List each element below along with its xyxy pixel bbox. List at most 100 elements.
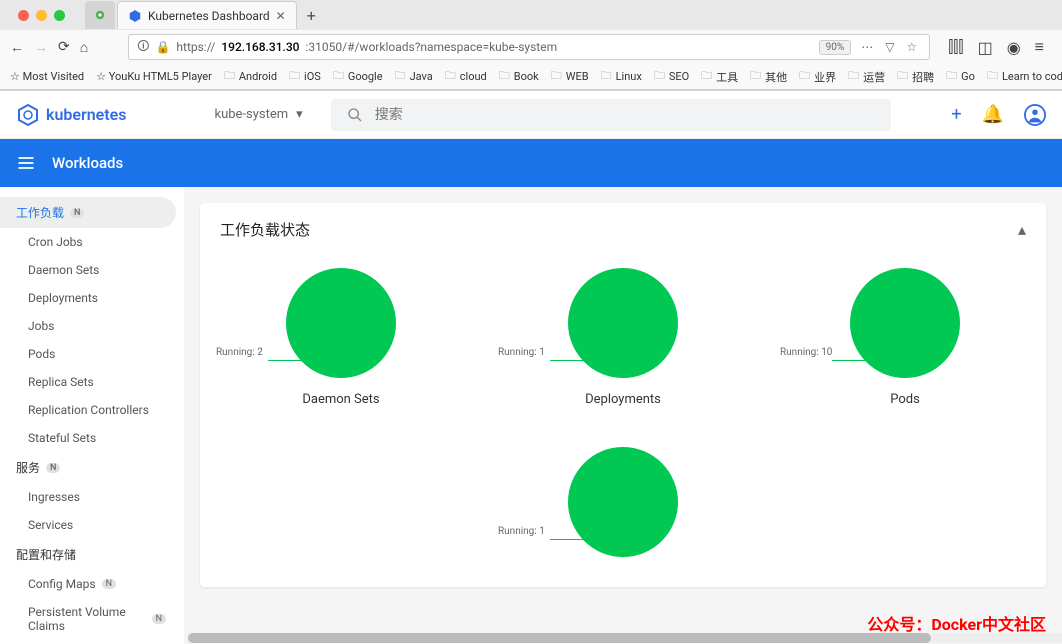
sidebar-item[interactable]: Services [0, 511, 184, 539]
running-label: Running: 2 [216, 347, 286, 358]
sidebar-item[interactable]: 工作负载N [0, 197, 176, 228]
workload-status-card: 工作负载状态 ▴ Running: 2 Daemon Sets Running:… [200, 203, 1046, 587]
bookmark-item[interactable]: 🗀 iOS [289, 67, 321, 86]
watermark: 公众号：Docker中文社区 [867, 611, 1046, 635]
zoom-badge[interactable]: 90% [819, 40, 852, 55]
search-input[interactable] [375, 107, 875, 123]
maximize-window-button[interactable] [54, 10, 65, 21]
toolbar-right: ⫿⫿⫿ ◫ ◉ ≡ [940, 37, 1052, 57]
menu-icon[interactable]: ≡ [1035, 37, 1044, 57]
minimize-window-button[interactable] [36, 10, 47, 21]
item-badge: N [152, 614, 166, 624]
sidebar-icon[interactable]: ◫ [978, 38, 993, 57]
sidebar-item[interactable]: Cron Jobs [0, 228, 184, 256]
bookmark-item[interactable]: 🗀 Learn to code | Cod... [987, 67, 1062, 86]
bookmark-item[interactable]: 🗀 招聘 [897, 67, 934, 86]
donut-chart [568, 268, 678, 378]
donut-chart [568, 447, 678, 557]
bookmark-item[interactable]: 🗀 运营 [848, 67, 885, 86]
tab-favicon [128, 9, 142, 23]
donut-chart [286, 268, 396, 378]
running-label: Running: 10 [780, 347, 850, 358]
status-chart: Running: 10 Pods [795, 268, 1015, 407]
close-window-button[interactable] [18, 10, 29, 21]
library-icon[interactable]: ⫿⫿⫿ [948, 37, 963, 57]
status-grid: Running: 2 Daemon Sets Running: 1 Deploy… [220, 268, 1026, 571]
bookmark-item[interactable]: 🗀 WEB [551, 67, 589, 86]
page-title: Workloads [52, 154, 123, 172]
sidebar-item[interactable]: Replica Sets [0, 368, 184, 396]
card-header: 工作负载状态 ▴ [220, 219, 1026, 240]
item-badge: N [46, 463, 60, 473]
bookmark-item[interactable]: 🗀 业界 [799, 67, 836, 86]
bookmark-item[interactable]: 🗀 Java [395, 67, 433, 86]
search-icon [347, 107, 363, 123]
hamburger-menu-icon[interactable] [16, 153, 36, 173]
namespace-selector[interactable]: kube-system ▾ [203, 101, 315, 128]
bookmark-star-icon[interactable]: ☆ [906, 40, 917, 54]
extension-icon[interactable]: ◉ [1007, 38, 1021, 57]
sidebar-item[interactable]: Stateful Sets [0, 424, 184, 452]
url-scheme: https:// [176, 40, 215, 54]
address-bar[interactable]: 🛈 🔒 https://192.168.31.30:31050/#/worklo… [128, 34, 930, 60]
bookmark-item[interactable]: 🗀 其他 [750, 67, 787, 86]
running-label: Running: 1 [498, 526, 568, 537]
bookmark-item[interactable]: 🗀 Android [224, 67, 277, 86]
sidebar-item[interactable]: Replication Controllers [0, 396, 184, 424]
status-chart: Running: 1 [513, 447, 733, 571]
horizontal-scrollbar[interactable] [188, 633, 1062, 643]
sidebar-item[interactable]: 服务N [0, 452, 184, 483]
collapse-icon[interactable]: ▴ [1018, 220, 1026, 239]
bookmark-item[interactable]: ☆ YouKu HTML5 Player [96, 70, 212, 83]
url-path: :31050/#/workloads?namespace=kube-system [306, 40, 558, 54]
browser-tab-0[interactable] [85, 1, 115, 29]
kubernetes-logo[interactable]: kubernetes [16, 103, 127, 127]
browser-chrome: Kubernetes Dashboard ✕ + ← → ⟳ ⌂ 🛈 🔒 htt… [0, 0, 1062, 91]
reload-button[interactable]: ⟳ [58, 39, 70, 55]
card-title: 工作负载状态 [220, 219, 310, 240]
bookmark-bar: ☆ Most Visited ☆ YouKu HTML5 Player 🗀 Andr… [0, 64, 1062, 90]
bookmark-item[interactable]: 🗀 Book [499, 67, 539, 86]
sidebar-item[interactable]: SecretsN [0, 640, 184, 644]
status-chart: Running: 2 Daemon Sets [231, 268, 451, 407]
chevron-down-icon: ▾ [296, 107, 303, 122]
app-body: 工作负载NCron JobsDaemon SetsDeploymentsJobs… [0, 187, 1062, 644]
more-icon[interactable]: ⋯ [861, 40, 873, 54]
home-button[interactable]: ⌂ [80, 39, 88, 56]
tab-favicon [95, 8, 105, 22]
forward-button[interactable]: → [34, 39, 48, 56]
sidebar-item[interactable]: Config MapsN [0, 570, 184, 598]
account-icon[interactable] [1024, 104, 1046, 126]
sidebar-item[interactable]: Ingresses [0, 483, 184, 511]
sidebar-item[interactable]: Deployments [0, 284, 184, 312]
bookmark-item[interactable]: 🗀 cloud [445, 67, 487, 86]
bookmark-item[interactable]: 🗀 Go [946, 67, 975, 86]
create-button[interactable]: + [951, 104, 961, 125]
new-tab-button[interactable]: + [297, 6, 326, 25]
app-header: kubernetes kube-system ▾ + 🔔 [0, 91, 1062, 139]
notifications-icon[interactable]: 🔔 [982, 104, 1004, 125]
sidebar-item[interactable]: Daemon Sets [0, 256, 184, 284]
sidebar-item[interactable]: Pods [0, 340, 184, 368]
main-content: 工作负载状态 ▴ Running: 2 Daemon Sets Running:… [184, 187, 1062, 644]
logo-text: kubernetes [46, 105, 127, 124]
tab-bar: Kubernetes Dashboard ✕ + [0, 0, 1062, 30]
sidebar-item[interactable]: 配置和存储 [0, 539, 184, 570]
sidebar-item[interactable]: Persistent Volume ClaimsN [0, 598, 184, 640]
bookmark-item[interactable]: 🗀 Linux [601, 67, 642, 86]
back-button[interactable]: ← [10, 39, 24, 56]
bookmark-item[interactable]: 🗀 SEO [654, 67, 689, 86]
bookmark-item[interactable]: 🗀 Google [333, 67, 383, 86]
running-label: Running: 1 [498, 347, 568, 358]
reader-icon[interactable]: ▽ [885, 40, 894, 54]
namespace-value: kube-system [215, 107, 289, 122]
sidebar-item[interactable]: Jobs [0, 312, 184, 340]
tab-title: Kubernetes Dashboard [148, 9, 270, 23]
browser-tab-1[interactable]: Kubernetes Dashboard ✕ [117, 1, 297, 29]
bookmark-item[interactable]: 🗀 工具 [701, 67, 738, 86]
bookmark-item[interactable]: ☆ Most Visited [10, 70, 84, 83]
search-box[interactable] [331, 99, 891, 131]
url-domain: 192.168.31.30 [221, 40, 299, 54]
close-tab-icon[interactable]: ✕ [276, 9, 286, 23]
item-badge: N [102, 579, 116, 589]
